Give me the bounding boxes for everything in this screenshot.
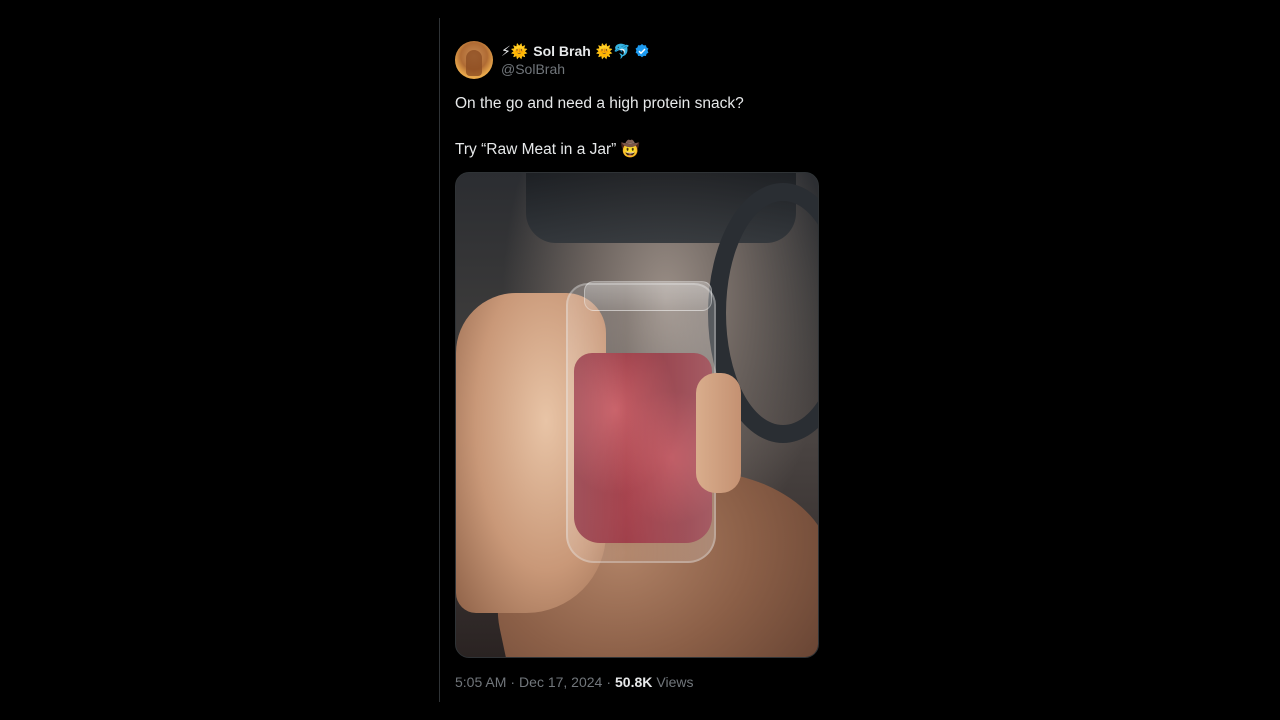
photo-jar-rim xyxy=(584,281,712,311)
display-name[interactable]: Sol Brah xyxy=(533,42,591,60)
views-label: Views xyxy=(656,674,694,690)
tweet-text: On the go and need a high protein snack?… xyxy=(455,94,819,160)
tweet-date[interactable]: Dec 17, 2024 xyxy=(519,674,602,690)
photo-jar xyxy=(566,283,716,563)
author-names: ⚡🌞 Sol Brah 🌞🐬 @SolBrah xyxy=(501,42,650,78)
emoji-prefix: ⚡🌞 xyxy=(501,43,529,59)
meta-separator: · xyxy=(510,674,516,690)
author-handle[interactable]: @SolBrah xyxy=(501,60,650,78)
verified-badge-icon[interactable] xyxy=(634,43,650,59)
tweet-text-line-2: Try “Raw Meat in a Jar” 🤠 xyxy=(455,141,640,158)
avatar[interactable] xyxy=(455,41,493,79)
tweet-text-line-1: On the go and need a high protein snack? xyxy=(455,95,744,112)
emoji-suffix: 🌞🐬 xyxy=(595,43,631,59)
tweet-photo[interactable] xyxy=(455,172,819,658)
display-name-row[interactable]: ⚡🌞 Sol Brah 🌞🐬 xyxy=(501,42,650,60)
tweet-time[interactable]: 5:05 AM xyxy=(455,674,506,690)
photo-fingers xyxy=(696,373,741,493)
views-count[interactable]: 50.8K xyxy=(615,674,652,690)
tweet-header: ⚡🌞 Sol Brah 🌞🐬 @SolBrah xyxy=(455,40,819,80)
tweet: ⚡🌞 Sol Brah 🌞🐬 @SolBrah On the go and ne… xyxy=(455,40,819,690)
meta-separator: · xyxy=(606,674,612,690)
timeline-divider xyxy=(439,18,440,702)
tweet-meta: 5:05 AM · Dec 17, 2024 · 50.8K Views xyxy=(455,674,819,690)
